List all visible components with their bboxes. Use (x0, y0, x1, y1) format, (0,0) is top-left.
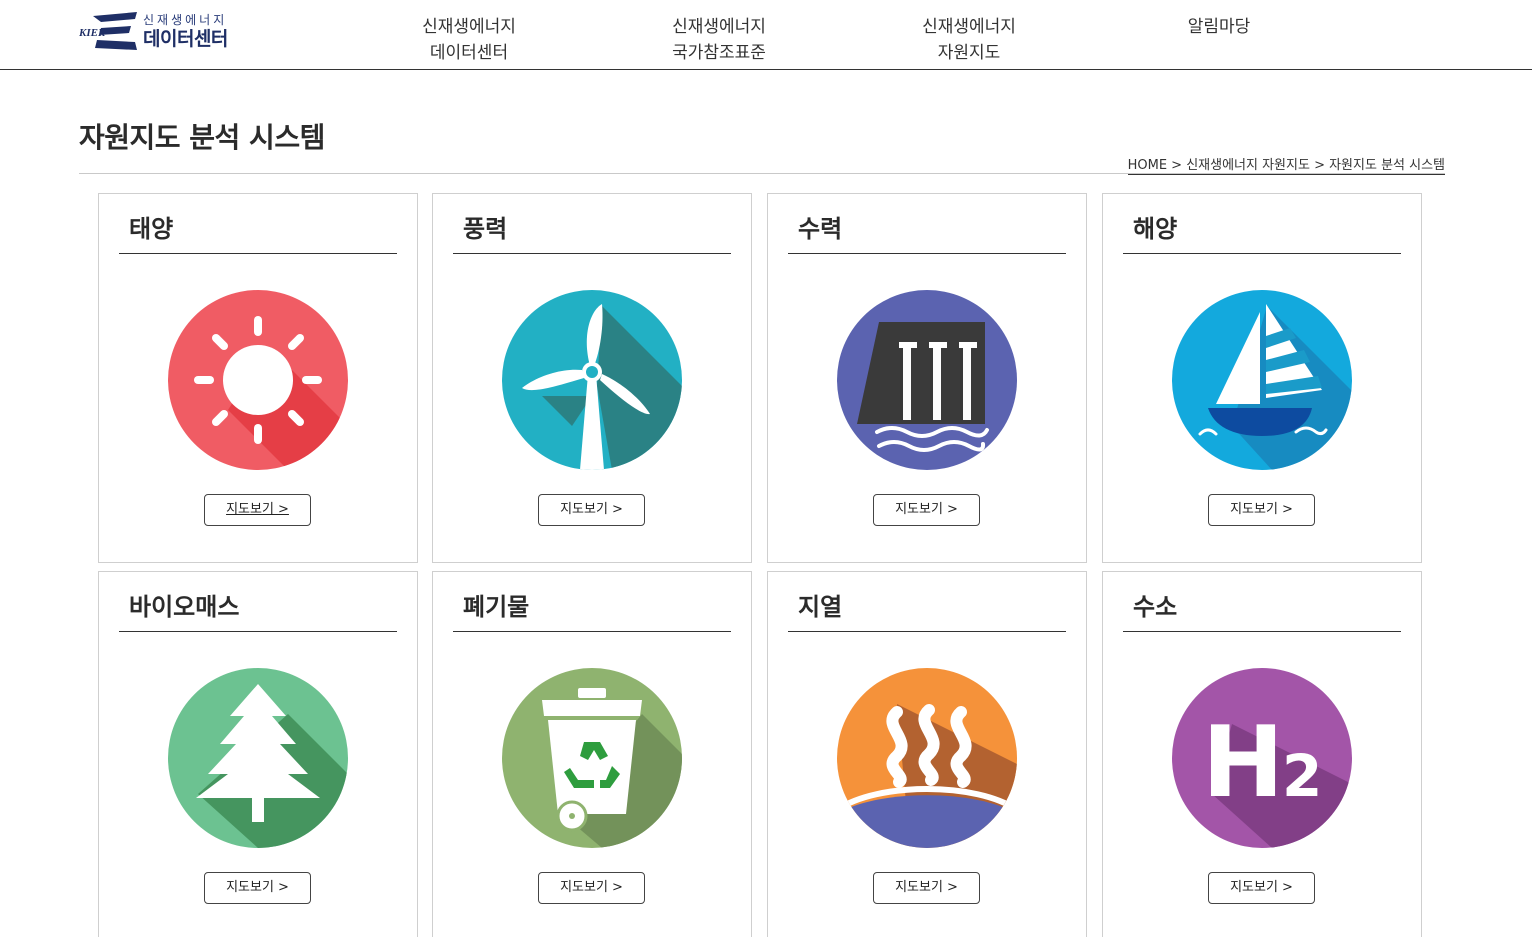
card-wind: 풍력 지도보기 > (432, 193, 752, 563)
card-title: 바이오매스 (119, 590, 397, 632)
card-title: 지열 (788, 590, 1066, 632)
tree-icon (168, 664, 348, 848)
nav-item-resource-map[interactable]: 신재생에너지 자원지도 (869, 14, 1069, 66)
recycle-bin-icon (502, 664, 682, 848)
sailboat-icon (1172, 286, 1352, 470)
card-hydrogen: 수소 H 2 지도보기 > (1102, 571, 1422, 937)
card-ocean: 해양 지도보기 > (1102, 193, 1422, 563)
svg-text:2: 2 (1282, 742, 1322, 810)
nav-item-reference-standard[interactable]: 신재생에너지 국가참조표준 (619, 14, 819, 66)
card-title: 풍력 (453, 212, 731, 254)
card-title: 수소 (1123, 590, 1401, 632)
view-map-button[interactable]: 지도보기 > (538, 872, 645, 904)
geothermal-icon (837, 664, 1017, 848)
view-map-button[interactable]: 지도보기 > (873, 494, 980, 526)
nav-item-notice[interactable]: 알림마당 (1119, 14, 1319, 40)
card-geothermal: 지열 지도보기 > (767, 571, 1087, 937)
card-biomass: 바이오매스 지도보기 > (98, 571, 418, 937)
svg-text:H: H (1202, 706, 1284, 820)
page-title: 자원지도 분석 시스템 (79, 121, 325, 154)
view-map-button[interactable]: 지도보기 > (873, 872, 980, 904)
hydro-dam-icon (837, 286, 1017, 470)
site-header: KIER 신재생에너지 데이터센터 신재생에너지 데이터센터 신재생에너지 국가… (0, 0, 1532, 70)
card-title: 태양 (119, 212, 397, 254)
nav-item-data-center[interactable]: 신재생에너지 데이터센터 (369, 14, 569, 66)
card-title: 폐기물 (453, 590, 731, 632)
view-map-button[interactable]: 지도보기 > (538, 494, 645, 526)
view-map-button[interactable]: 지도보기 > (204, 494, 311, 526)
card-hydro: 수력 지도보기 > (767, 193, 1087, 563)
sun-icon (168, 286, 348, 470)
view-map-button[interactable]: 지도보기 > (1208, 872, 1315, 904)
breadcrumb[interactable]: HOME > 신재생에너지 자원지도 > 자원지도 분석 시스템 (1127, 154, 1445, 175)
main-nav: 신재생에너지 데이터센터 신재생에너지 국가참조표준 신재생에너지 자원지도 알… (0, 14, 1532, 70)
title-divider (79, 173, 1445, 174)
wind-turbine-icon (502, 286, 682, 470)
card-waste: 폐기물 지도보기 > (432, 571, 752, 937)
view-map-button[interactable]: 지도보기 > (204, 872, 311, 904)
card-solar: 태양 지도보기 > (98, 193, 418, 563)
card-title: 수력 (788, 212, 1066, 254)
card-title: 해양 (1123, 212, 1401, 254)
hydrogen-icon: H 2 (1172, 664, 1352, 848)
view-map-button[interactable]: 지도보기 > (1208, 494, 1315, 526)
